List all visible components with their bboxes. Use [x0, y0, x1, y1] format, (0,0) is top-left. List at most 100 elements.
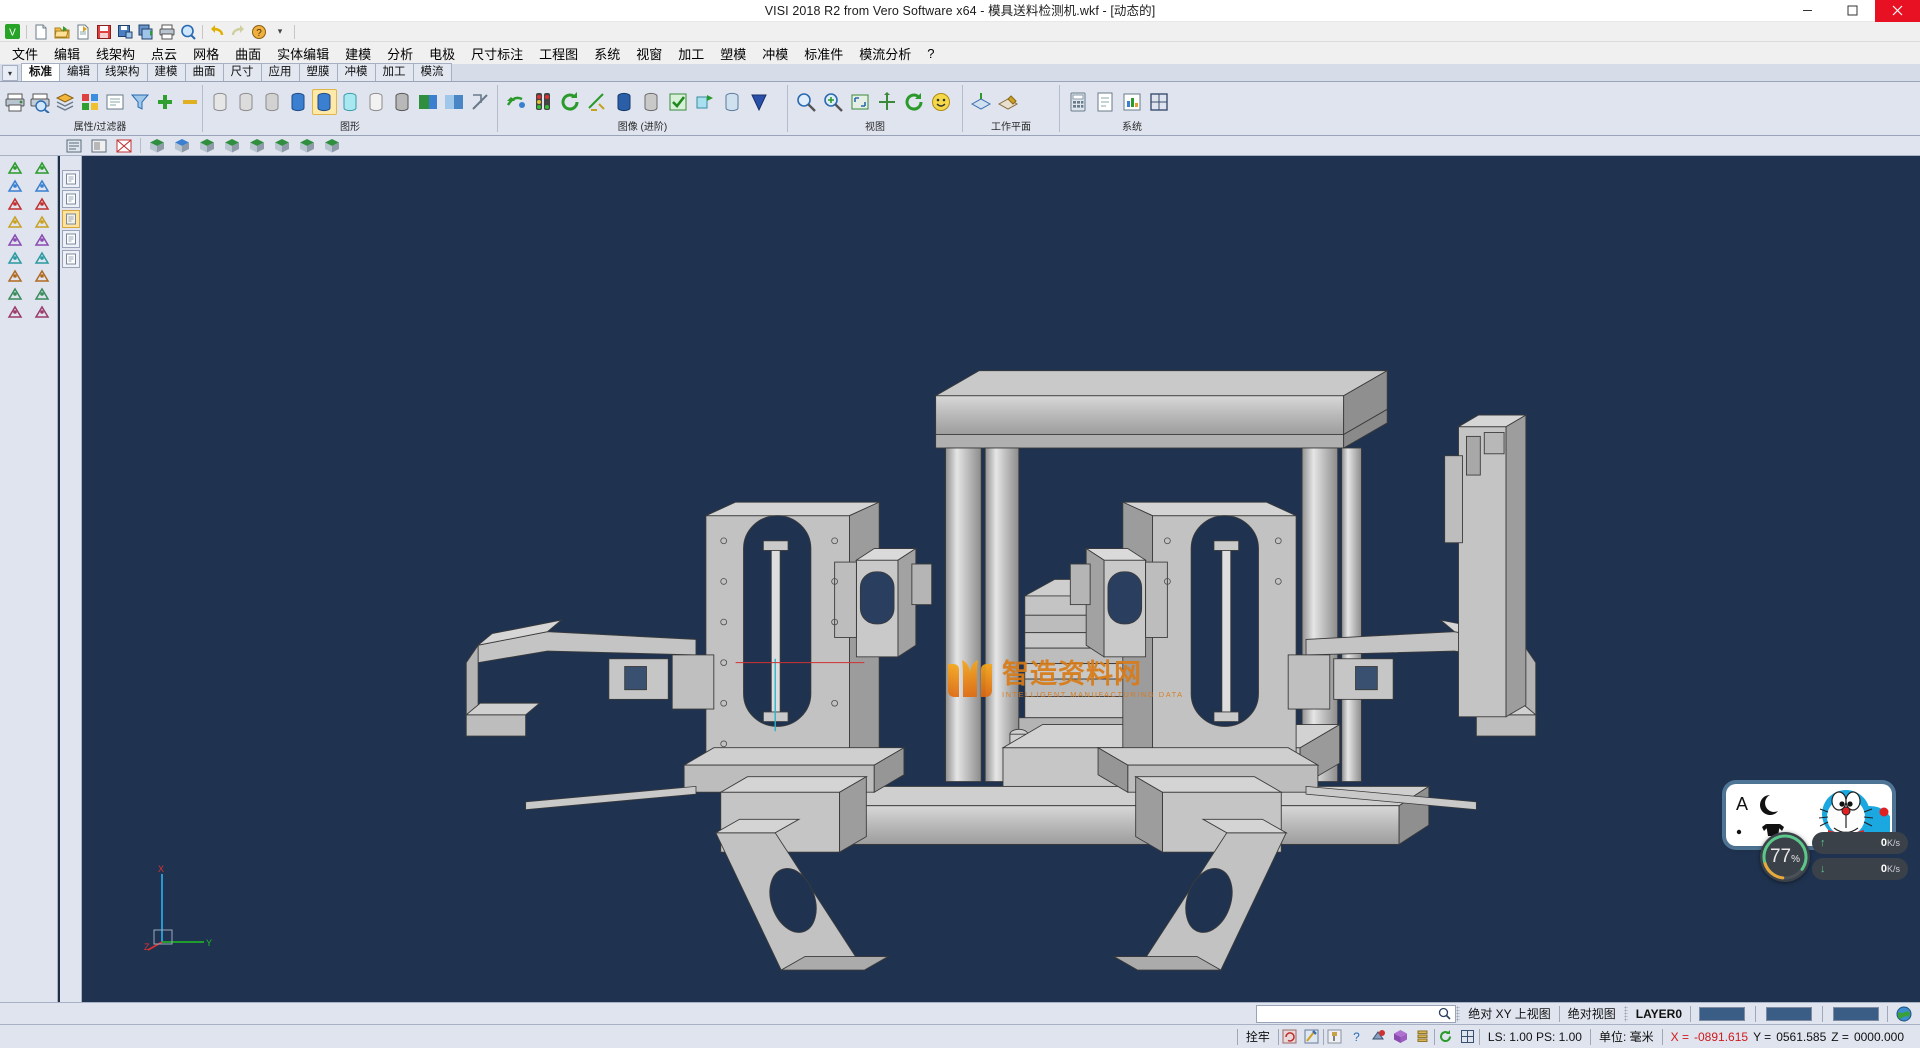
- menu-item-15[interactable]: 塑模: [712, 42, 754, 65]
- solid-white-cylinder-icon[interactable]: [363, 89, 388, 115]
- snap-help-icon[interactable]: ?: [1346, 1027, 1368, 1047]
- traffic-light-icon[interactable]: [530, 89, 556, 115]
- ribbon-tab-5[interactable]: 尺寸: [223, 63, 262, 81]
- trim-icon[interactable]: [2, 195, 28, 213]
- measure-icon[interactable]: [2, 177, 28, 195]
- redo-icon[interactable]: [228, 23, 248, 41]
- view-left-icon[interactable]: [270, 137, 294, 155]
- notes-icon[interactable]: [1092, 89, 1118, 115]
- mirror-icon[interactable]: [29, 231, 55, 249]
- zoom-all-icon[interactable]: [820, 89, 846, 115]
- snap-entity-icon[interactable]: [1368, 1027, 1390, 1047]
- new-file-icon[interactable]: [31, 23, 51, 41]
- undo-icon[interactable]: [207, 23, 227, 41]
- snap-rotate-icon[interactable]: [1435, 1027, 1457, 1047]
- settings-grid-icon[interactable]: [1146, 89, 1172, 115]
- scale-icon[interactable]: [29, 249, 55, 267]
- print-preview-icon-2[interactable]: [28, 89, 52, 115]
- status-search-box[interactable]: [1256, 1005, 1456, 1023]
- ribbon-tab-10[interactable]: 模流: [413, 63, 452, 81]
- zoom-window-icon[interactable]: [793, 89, 819, 115]
- print-setup-icon[interactable]: [3, 89, 27, 115]
- no-render-icon[interactable]: [467, 89, 492, 115]
- undo-entity-icon[interactable]: [29, 303, 55, 321]
- menu-item-11[interactable]: 工程图: [531, 42, 586, 65]
- solid-cylinder-icon[interactable]: [208, 89, 233, 115]
- menu-item-1[interactable]: 编辑: [46, 42, 88, 65]
- rotate-icon[interactable]: [2, 249, 28, 267]
- ribbon-tab-2[interactable]: 线架构: [97, 63, 148, 81]
- solid-blue-selected-icon[interactable]: [312, 89, 337, 115]
- help-icon[interactable]: ?: [249, 23, 269, 41]
- menu-item-4[interactable]: 网格: [185, 42, 227, 65]
- section-icon[interactable]: [584, 89, 610, 115]
- add-entity-icon[interactable]: [153, 89, 177, 115]
- status-view-mode[interactable]: 绝对 XY 上视图: [1460, 1004, 1558, 1024]
- chamfer-icon[interactable]: [29, 213, 55, 231]
- ribbon-tab-9[interactable]: 加工: [375, 63, 414, 81]
- project-icon[interactable]: [29, 267, 55, 285]
- check-shade-icon[interactable]: [665, 89, 691, 115]
- refresh-view-icon[interactable]: [557, 89, 583, 115]
- maximize-button[interactable]: [1830, 0, 1875, 22]
- print-preview-icon[interactable]: [178, 23, 198, 41]
- menu-item-13[interactable]: 视窗: [628, 42, 670, 65]
- snap-solid-icon[interactable]: [1390, 1027, 1412, 1047]
- filter-icon[interactable]: [128, 89, 152, 115]
- close-button[interactable]: [1875, 0, 1920, 22]
- view-bottom-icon[interactable]: [295, 137, 319, 155]
- menu-item-18[interactable]: 模流分析: [851, 42, 919, 65]
- menu-item-3[interactable]: 点云: [143, 42, 185, 65]
- menu-item-10[interactable]: 尺寸标注: [463, 42, 531, 65]
- report-icon[interactable]: [1119, 89, 1145, 115]
- extend-icon[interactable]: [29, 195, 55, 213]
- menu-item-9[interactable]: 电极: [421, 42, 463, 65]
- view-iso-green-icon[interactable]: [145, 137, 169, 155]
- calculator-icon[interactable]: [1065, 89, 1091, 115]
- save-as-icon[interactable]: [115, 23, 135, 41]
- shade-apply-icon[interactable]: [692, 89, 718, 115]
- menu-item-12[interactable]: 系统: [586, 42, 628, 65]
- snap-magic-icon[interactable]: [1301, 1027, 1323, 1047]
- print-icon[interactable]: [157, 23, 177, 41]
- status-block-2[interactable]: [1766, 1007, 1812, 1021]
- snap-label[interactable]: 拴牢: [1238, 1027, 1278, 1047]
- menu-item-5[interactable]: 曲面: [227, 42, 269, 65]
- snap-grid-icon[interactable]: [1457, 1027, 1479, 1047]
- menu-item-7[interactable]: 建模: [337, 42, 379, 65]
- menu-item-17[interactable]: 标准件: [796, 42, 851, 65]
- transparency-icon[interactable]: [441, 89, 466, 115]
- status-view-ref[interactable]: 绝对视图: [1560, 1004, 1624, 1024]
- view-top-icon[interactable]: [170, 137, 194, 155]
- ribbon-tab-3[interactable]: 建模: [147, 63, 186, 81]
- rotate-view-icon[interactable]: [901, 89, 927, 115]
- menu-item-0[interactable]: 文件: [4, 42, 46, 65]
- workplane-new-icon[interactable]: [968, 89, 994, 115]
- workplane-edit-icon[interactable]: [995, 89, 1021, 115]
- view-wire-icon[interactable]: [112, 137, 136, 155]
- status-layer[interactable]: LAYER0: [1628, 1004, 1690, 1024]
- model-canvas[interactable]: 智造资料网 INTELLIGENT MANUFACTURING DATA X Y…: [82, 156, 1920, 1002]
- view-front-icon[interactable]: [195, 137, 219, 155]
- minimize-button[interactable]: [1785, 0, 1830, 22]
- view-list-icon[interactable]: [62, 137, 86, 155]
- remove-entity-icon[interactable]: [178, 89, 202, 115]
- palette-cell-4[interactable]: [62, 230, 80, 248]
- analyze-icon[interactable]: [29, 285, 55, 303]
- snap-paint-icon[interactable]: [1324, 1027, 1346, 1047]
- snap-reset-icon[interactable]: [1279, 1027, 1301, 1047]
- color-palette-icon[interactable]: [78, 89, 102, 115]
- solid-shaded-icon[interactable]: [389, 89, 414, 115]
- palette-cell-2[interactable]: [62, 190, 80, 208]
- cone-down-icon[interactable]: [746, 89, 772, 115]
- qat-overflow-icon[interactable]: ▾: [270, 23, 290, 41]
- desktop-widget[interactable]: A: [1726, 784, 1912, 884]
- layers-icon[interactable]: [53, 89, 77, 115]
- palette-cell-5[interactable]: [62, 250, 80, 268]
- attribute-icon[interactable]: [103, 89, 127, 115]
- boolean-icon[interactable]: [2, 285, 28, 303]
- array-icon[interactable]: [2, 267, 28, 285]
- view-back-icon[interactable]: [245, 137, 269, 155]
- ribbon-tab-1[interactable]: 编辑: [59, 63, 98, 81]
- menu-item-2[interactable]: 线架构: [88, 42, 143, 65]
